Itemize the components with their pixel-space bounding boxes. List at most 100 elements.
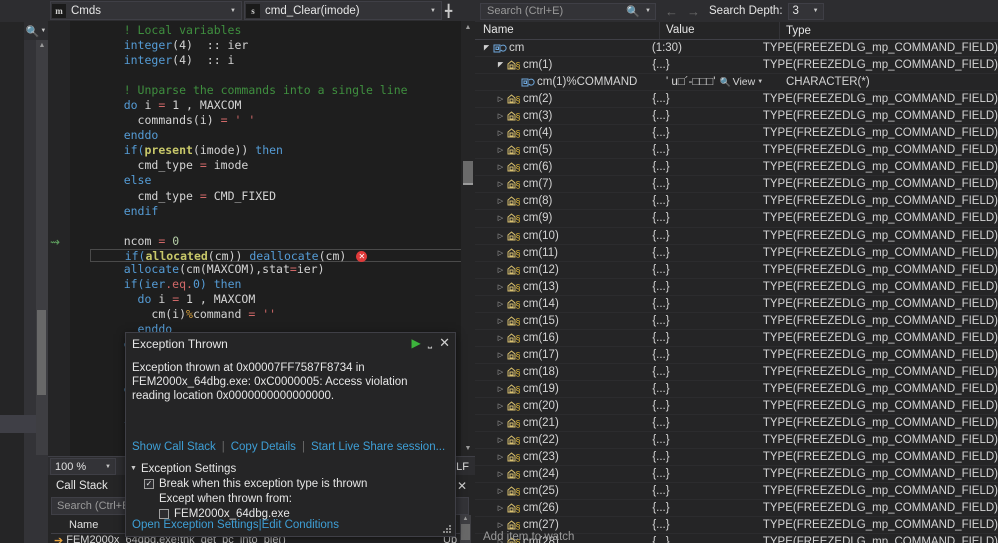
search-icon[interactable]: 🔍: [626, 5, 640, 18]
play-icon[interactable]: ▶: [411, 336, 420, 350]
code-line[interactable]: [70, 68, 461, 83]
code-line[interactable]: do i = 1 , MAXCOM: [70, 98, 461, 113]
expander-collapsed-icon[interactable]: ▷: [495, 163, 506, 171]
watch-row[interactable]: ▷ § cm(11) {...} TYPE(FREEZEDLG_mp_COMMAND_F…: [475, 245, 998, 262]
watch-row-value-cell[interactable]: {...}: [646, 502, 757, 514]
scrollbar-thumb[interactable]: [37, 310, 46, 395]
code-line[interactable]: if(present(imode)) then: [70, 143, 461, 158]
code-line[interactable]: [70, 219, 461, 234]
code-line[interactable]: integer(4) :: i: [70, 53, 461, 68]
watch-row-value-cell[interactable]: {...}: [646, 264, 757, 276]
checkbox-checked-icon[interactable]: ✓: [144, 478, 154, 489]
symbol-dropdown[interactable]: s cmd_Clear(imode) ▼: [244, 1, 442, 20]
left-panel-scrollbar[interactable]: ▲: [36, 40, 48, 455]
watch-row-value-cell[interactable]: (1:30): [646, 42, 757, 54]
expander-collapsed-icon[interactable]: ▷: [495, 368, 506, 376]
expander-collapsed-icon[interactable]: ▷: [495, 249, 506, 257]
resize-grip-icon[interactable]: [443, 525, 452, 534]
watch-row-value-cell[interactable]: {...}: [646, 417, 757, 429]
search-depth-dropdown[interactable]: 3 ▼: [787, 2, 824, 20]
watch-row-value-cell[interactable]: {...}: [646, 59, 757, 71]
open-exception-settings-link[interactable]: Open Exception Settings: [132, 519, 259, 531]
watch-row-value-cell[interactable]: {...}: [646, 315, 757, 327]
watch-row[interactable]: ▷ § cm(22) {...} TYPE(FREEZEDLG_mp_COMMAND_F…: [475, 432, 998, 450]
expander-expanded-icon[interactable]: ◢: [481, 44, 492, 52]
watch-row[interactable]: ▷ § cm(26) {...} TYPE(FREEZEDLG_mp_COMMAND_F…: [475, 500, 998, 518]
scroll-up-icon[interactable]: ▲: [461, 21, 475, 35]
watch-row-value-cell[interactable]: ' u□´-□□□' 🔍 View ▼: [660, 76, 780, 88]
expander-collapsed-icon[interactable]: ▷: [495, 129, 506, 137]
chevron-down-icon[interactable]: ▼: [105, 464, 111, 470]
expander-collapsed-icon[interactable]: ▷: [495, 283, 506, 291]
code-line[interactable]: enddo: [70, 128, 461, 143]
error-x-icon[interactable]: ✕: [356, 250, 368, 262]
exception-settings-header[interactable]: ▼ Exception Settings: [130, 461, 367, 476]
watch-row[interactable]: ▷ § cm(9) {...} TYPE(FREEZEDLG_mp_COMMAND_FI…: [475, 210, 998, 228]
watch-row-value-cell[interactable]: {...}: [646, 127, 757, 139]
editor-vertical-scrollbar[interactable]: ▲ ▼: [461, 21, 475, 456]
code-line[interactable]: integer(4) :: ier: [70, 38, 461, 53]
scroll-down-icon[interactable]: ▼: [461, 442, 475, 456]
watch-row[interactable]: ▷ § cm(10) {...} TYPE(FREEZEDLG_mp_COMMAND_F…: [475, 228, 998, 245]
chevron-down-icon[interactable]: ▼: [230, 8, 236, 14]
scrollbar-thumb[interactable]: [461, 524, 470, 540]
watch-row[interactable]: ▷ § cm(21) {...} TYPE(FREEZEDLG_mp_COMMAND_F…: [475, 415, 998, 433]
watch-row[interactable]: ▷ § cm(17) {...} TYPE(FREEZEDLG_mp_COMMAND_F…: [475, 347, 998, 364]
expander-collapsed-icon[interactable]: ▷: [495, 112, 506, 120]
watch-row[interactable]: ▷ § cm(3) {...} TYPE(FREEZEDLG_mp_COMMAND_FI…: [475, 108, 998, 126]
expander-collapsed-icon[interactable]: ▷: [495, 487, 506, 495]
watch-add-item-row[interactable]: Add item to watch: [475, 531, 998, 543]
watch-row-value-cell[interactable]: {...}: [646, 383, 757, 395]
watch-row-value-cell[interactable]: {...}: [646, 247, 757, 259]
expander-collapsed-icon[interactable]: ▷: [495, 232, 506, 240]
watch-row[interactable]: ▷ § cm(14) {...} TYPE(FREEZEDLG_mp_COMMAND_F…: [475, 296, 998, 313]
code-line[interactable]: ! Unparse the commands into a single lin…: [70, 83, 461, 98]
watch-row-value-cell[interactable]: {...}: [646, 332, 757, 344]
watch-row[interactable]: cm(1)%COMMAND ' u□´-□□□' 🔍 View ▼ CHARACTER(*…: [475, 74, 998, 92]
watch-row-value-cell[interactable]: {...}: [646, 178, 757, 190]
code-line[interactable]: ! Local variables: [70, 23, 461, 38]
code-line[interactable]: cmd_type = imode: [70, 158, 461, 173]
watch-row-value-cell[interactable]: {...}: [646, 366, 757, 378]
editor-zoom-dropdown[interactable]: 100 % ▼: [50, 458, 116, 475]
code-line[interactable]: ncom = 0: [70, 234, 461, 249]
watch-row[interactable]: ▷ § cm(12) {...} TYPE(FREEZEDLG_mp_COMMAND_F…: [475, 262, 998, 279]
watch-row[interactable]: ▷ § cm(8) {...} TYPE(FREEZEDLG_mp_COMMAND_FI…: [475, 193, 998, 211]
expander-collapsed-icon[interactable]: ▷: [495, 385, 506, 393]
watch-row[interactable]: ▷ § cm(6) {...} TYPE(FREEZEDLG_mp_COMMAND_FI…: [475, 159, 998, 177]
expander-collapsed-icon[interactable]: ▷: [495, 402, 506, 410]
copy-details-link[interactable]: Copy Details: [231, 441, 296, 453]
watch-row-value-cell[interactable]: {...}: [646, 195, 757, 207]
watch-row[interactable]: ▷ § cm(24) {...} TYPE(FREEZEDLG_mp_COMMAND_F…: [475, 466, 998, 484]
expander-collapsed-icon[interactable]: ▷: [495, 504, 506, 512]
chevron-down-icon[interactable]: ▼: [430, 8, 436, 14]
expander-collapsed-icon[interactable]: ▷: [495, 180, 506, 188]
close-icon[interactable]: ✕: [439, 335, 450, 351]
watch-row-value-cell[interactable]: {...}: [646, 110, 757, 122]
watch-row[interactable]: ▷ § cm(5) {...} TYPE(FREEZEDLG_mp_COMMAND_FI…: [475, 142, 998, 160]
watch-row[interactable]: ◢ § cm(1) {...} TYPE(FREEZEDLG_mp_COMMAND_FI…: [475, 57, 998, 75]
exception-thrown-dialog[interactable]: Exception Thrown ▶ ⎵ ✕ Exception thrown …: [125, 332, 456, 537]
expander-collapsed-icon[interactable]: ▷: [495, 334, 506, 342]
expander-collapsed-icon[interactable]: ▷: [495, 317, 506, 325]
code-line[interactable]: do i = 1 , MAXCOM: [70, 292, 461, 307]
watch-row-value-cell[interactable]: {...}: [646, 400, 757, 412]
watch-row-value-cell[interactable]: {...}: [646, 144, 757, 156]
watch-row[interactable]: ▷ § cm(23) {...} TYPE(FREEZEDLG_mp_COMMAND_F…: [475, 449, 998, 467]
expander-collapsed-icon[interactable]: ▷: [495, 300, 506, 308]
watch-row-value-cell[interactable]: {...}: [646, 298, 757, 310]
watch-row[interactable]: ▷ § cm(20) {...} TYPE(FREEZEDLG_mp_COMMAND_F…: [475, 398, 998, 416]
scroll-up-icon[interactable]: ▲: [36, 40, 48, 52]
expander-collapsed-icon[interactable]: ▷: [495, 214, 506, 222]
value-visualizer-button[interactable]: 🔍 View ▼: [719, 76, 763, 88]
watch-row-value-cell[interactable]: {...}: [646, 212, 757, 224]
member-dropdown[interactable]: m Cmds ▼: [50, 1, 242, 20]
watch-row-value-cell[interactable]: {...}: [646, 519, 757, 531]
code-line[interactable]: cmd_type = CMD_FIXED: [70, 189, 461, 204]
watch-row[interactable]: ▷ § cm(18) {...} TYPE(FREEZEDLG_mp_COMMAND_F…: [475, 364, 998, 381]
column-header-value[interactable]: Value: [660, 22, 780, 39]
tab-call-stack[interactable]: Call Stack: [48, 475, 116, 497]
expander-expanded-icon[interactable]: ◢: [495, 61, 506, 69]
expander-collapsed-icon[interactable]: ▷: [495, 197, 506, 205]
watch-row[interactable]: ▷ § cm(15) {...} TYPE(FREEZEDLG_mp_COMMAND_F…: [475, 313, 998, 330]
